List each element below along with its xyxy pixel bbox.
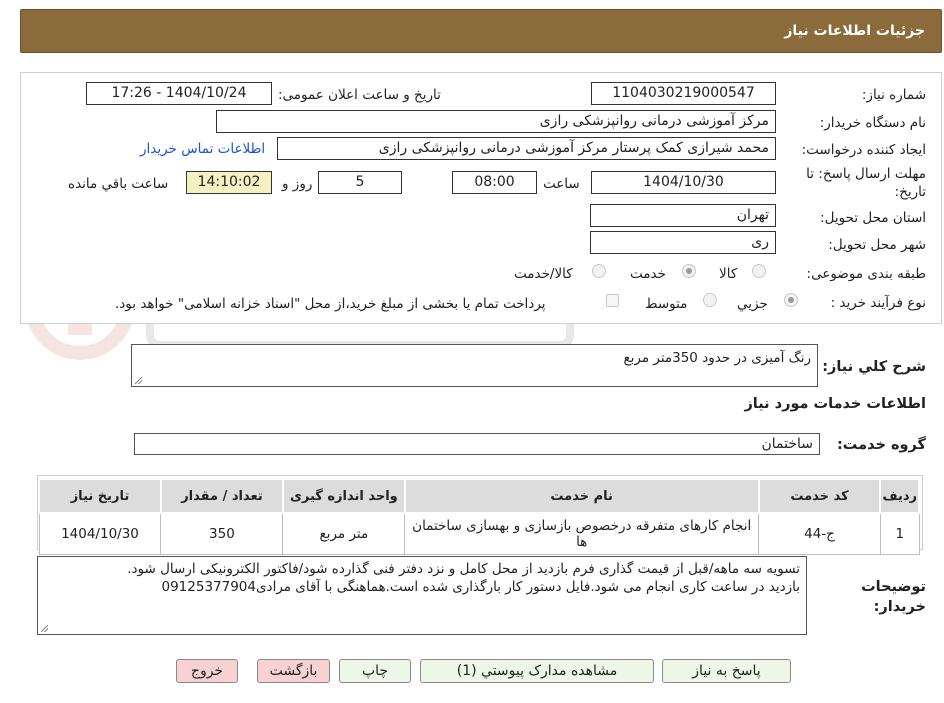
- col-header-code: کد خدمت: [757, 478, 882, 514]
- cell-name: انجام کارهای متفرقه درخصوص بازسازی و بهس…: [404, 512, 760, 555]
- contact-buyer-link[interactable]: اطلاعات تماس خریدار: [140, 141, 265, 157]
- category-radio-goods[interactable]: [752, 264, 766, 278]
- col-header-qty: تعداد / مقدار: [159, 478, 284, 514]
- page-title: جزئیات اطلاعات نیاز: [784, 23, 925, 39]
- process-radio-minor[interactable]: [784, 293, 798, 307]
- category-radio-goods-service[interactable]: [592, 264, 606, 278]
- process-label: نوع فرآیند خرید :: [830, 295, 926, 311]
- buyer-notes-line-2: بازدید در ساعت کاری انجام می شود.فایل دس…: [161, 579, 801, 595]
- cell-code: ج-44: [758, 512, 881, 555]
- remaining-label: ساعت باقي مانده: [68, 176, 169, 192]
- payment-note: پرداخت تمام یا بخشی از مبلغ خرید،از محل …: [115, 296, 546, 312]
- back-button[interactable]: بازگشت: [257, 659, 330, 683]
- description-label: شرح کلي نياز:: [822, 359, 926, 375]
- description-textarea[interactable]: رنگ آمیزی در حدود 350متر مربع: [131, 344, 818, 387]
- reply-button[interactable]: پاسخ به نیاز: [662, 659, 791, 683]
- table-row: 1 ج-44 انجام کارهای متفرقه درخصوص بازساز…: [38, 512, 920, 555]
- cell-date: 1404/10/30: [38, 512, 162, 555]
- exit-button[interactable]: خروج: [176, 659, 238, 683]
- treasury-payment-checkbox[interactable]: [606, 294, 619, 307]
- category-option-goods: کالا: [719, 266, 738, 282]
- cell-qty: 350: [160, 512, 284, 555]
- service-group-label: گروه خدمت:: [836, 437, 926, 453]
- buyer-notes-textarea[interactable]: تسویه سه ماهه/قبل از قیمت گذاری فرم بازد…: [37, 556, 807, 635]
- page-header: جزئیات اطلاعات نیاز: [20, 9, 942, 53]
- col-header-name: نام خدمت: [403, 478, 760, 514]
- col-header-date: تاریخ نیاز: [38, 478, 162, 514]
- process-radio-medium[interactable]: [703, 293, 717, 307]
- remaining-time-field: 14:10:02: [186, 171, 272, 194]
- resize-grip-icon[interactable]: [41, 625, 48, 632]
- announce-field: 1404/10/24 - 17:26: [86, 82, 272, 105]
- category-option-service: خدمت: [630, 266, 666, 282]
- col-header-index: ردیف: [879, 478, 920, 514]
- deadline-date-field: 1404/10/30: [591, 171, 776, 194]
- buyer-label: نام دستگاه خریدار:: [819, 115, 926, 131]
- need-number-field: 1104030219000547: [591, 82, 776, 105]
- services-table: ردیف کد خدمت نام خدمت واحد اندازه گیری ت…: [38, 478, 920, 555]
- resize-grip-icon[interactable]: [135, 377, 142, 384]
- requester-field: محمد شیرازی کمک پرستار مرکز آموزشی درمان…: [277, 137, 776, 160]
- buyer-notes-line-1: تسویه سه ماهه/قبل از قیمت گذاری فرم بازد…: [127, 561, 800, 577]
- city-label: شهر محل تحویل:: [828, 237, 926, 253]
- process-option-medium: متوسط: [645, 296, 688, 312]
- service-group-field: ساختمان: [134, 433, 820, 455]
- cell-unit: متر مربع: [282, 512, 406, 555]
- cell-index: 1: [879, 512, 920, 555]
- description-text: رنگ آمیزی در حدود 350متر مربع: [623, 350, 811, 366]
- process-option-minor: جزيي: [737, 296, 768, 312]
- city-field: ری: [590, 231, 776, 254]
- announce-label: تاریخ و ساعت اعلان عمومی:: [278, 87, 441, 103]
- deadline-time-field: 08:00: [452, 171, 537, 194]
- category-option-goods-service: کالا/خدمت: [514, 266, 573, 282]
- deadline-label: مهلت ارسال پاسخ: تا تاریخ:: [806, 166, 926, 200]
- requester-label: ایجاد کننده درخواست:: [801, 142, 926, 158]
- days-label: روز و: [282, 176, 313, 192]
- time-label: ساعت: [543, 176, 580, 192]
- province-label: استان محل تحویل:: [820, 210, 926, 226]
- category-label: طبقه بندی موضوعی:: [806, 266, 926, 282]
- services-section-title: اطلاعات خدمات مورد نیاز: [744, 396, 926, 412]
- print-button[interactable]: چاپ: [339, 659, 411, 683]
- view-attachments-button[interactable]: مشاهده مدارک پیوستي (1): [420, 659, 654, 683]
- buyer-notes-label: توضیحات خریدار:: [861, 579, 926, 615]
- province-field: تهران: [590, 204, 776, 227]
- category-radio-service[interactable]: [682, 264, 696, 278]
- days-field: 5: [318, 171, 402, 194]
- buyer-field: مرکز آموزشی درمانی روانپزشکی رازی: [216, 110, 776, 133]
- need-number-label: شماره نیاز:: [861, 87, 926, 103]
- services-table-wrap: ردیف کد خدمت نام خدمت واحد اندازه گیری ت…: [37, 475, 923, 555]
- col-header-unit: واحد اندازه گیری: [281, 478, 406, 514]
